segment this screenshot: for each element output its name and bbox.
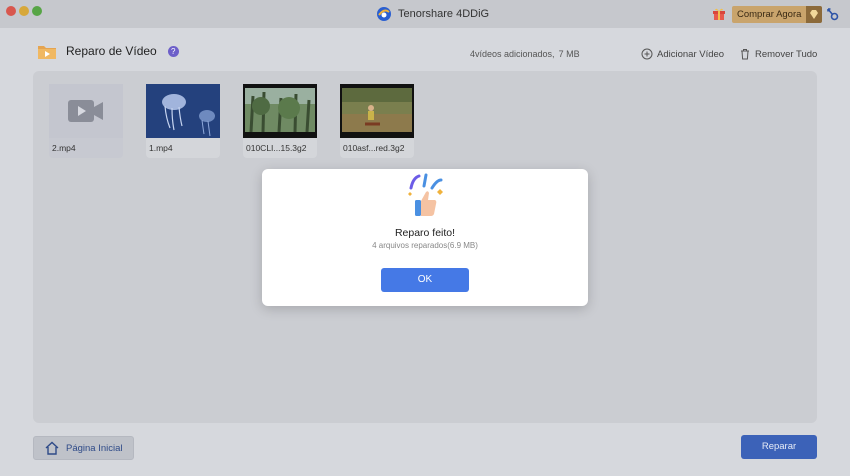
forest-thumbnail: [243, 84, 317, 138]
video-card-name: 010asf...red.3g2: [343, 143, 405, 153]
maximize-window-button[interactable]: [32, 6, 42, 16]
app-title: Tenorshare 4DDiG: [376, 6, 489, 22]
key-icon[interactable]: [826, 7, 839, 21]
diamond-icon: [806, 6, 823, 23]
video-file-icon: [49, 84, 123, 138]
minimize-window-button[interactable]: [19, 6, 29, 16]
video-card-name: 1.mp4: [149, 143, 173, 153]
video-card-name: 2.mp4: [52, 143, 76, 153]
app-logo-icon: [377, 7, 391, 21]
plus-circle-icon: [641, 48, 653, 60]
jellyfish-thumbnail: [146, 84, 220, 138]
repair-complete-dialog: Reparo feito! 4 arquivos reparados(6.9 M…: [262, 169, 588, 306]
video-card[interactable]: 010asf...red.3g2: [340, 84, 414, 158]
home-button[interactable]: Página Inicial: [33, 436, 134, 460]
file-stats: 4vídeos adicionados, 7 MB: [470, 49, 580, 59]
ok-button[interactable]: OK: [381, 268, 469, 292]
file-count-text: 4vídeos adicionados,: [470, 49, 555, 59]
dialog-subtitle: 4 arquivos reparados(6.9 MB): [372, 241, 478, 250]
file-size-text: 7 MB: [558, 49, 580, 59]
video-folder-icon: [38, 46, 56, 59]
thumbs-up-icon: [408, 173, 443, 216]
remove-all-button[interactable]: Remover Tudo: [739, 48, 817, 60]
home-button-label: Página Inicial: [66, 442, 123, 454]
buy-now-button[interactable]: Comprar Agora: [732, 6, 823, 23]
repair-button[interactable]: Reparar: [741, 435, 817, 459]
page-header: Reparo de Vídeo ?: [36, 40, 179, 62]
remove-all-label: Remover Tudo: [755, 48, 818, 60]
buy-now-label: Comprar Agora: [732, 6, 807, 23]
app-title-text: Tenorshare 4DDiG: [398, 8, 490, 20]
video-card-name: 010CLI...15.3g2: [246, 143, 307, 153]
title-bar: Tenorshare 4DDiG Comprar Agora: [0, 0, 850, 28]
dialog-title: Reparo feito!: [394, 227, 456, 239]
field-thumbnail: [340, 84, 414, 138]
video-card[interactable]: 2.mp4: [49, 84, 123, 158]
add-video-label: Adicionar Vídeo: [657, 48, 725, 60]
page-title: Reparo de Vídeo: [66, 44, 157, 58]
video-card[interactable]: 1.mp4: [146, 84, 220, 158]
add-video-button[interactable]: Adicionar Vídeo: [641, 48, 724, 60]
gift-icon[interactable]: [712, 7, 726, 20]
trash-icon: [741, 49, 749, 60]
close-window-button[interactable]: [6, 6, 16, 16]
help-icon[interactable]: ?: [167, 45, 179, 57]
video-card[interactable]: 010CLI...15.3g2: [243, 84, 317, 158]
home-icon: [45, 441, 59, 455]
